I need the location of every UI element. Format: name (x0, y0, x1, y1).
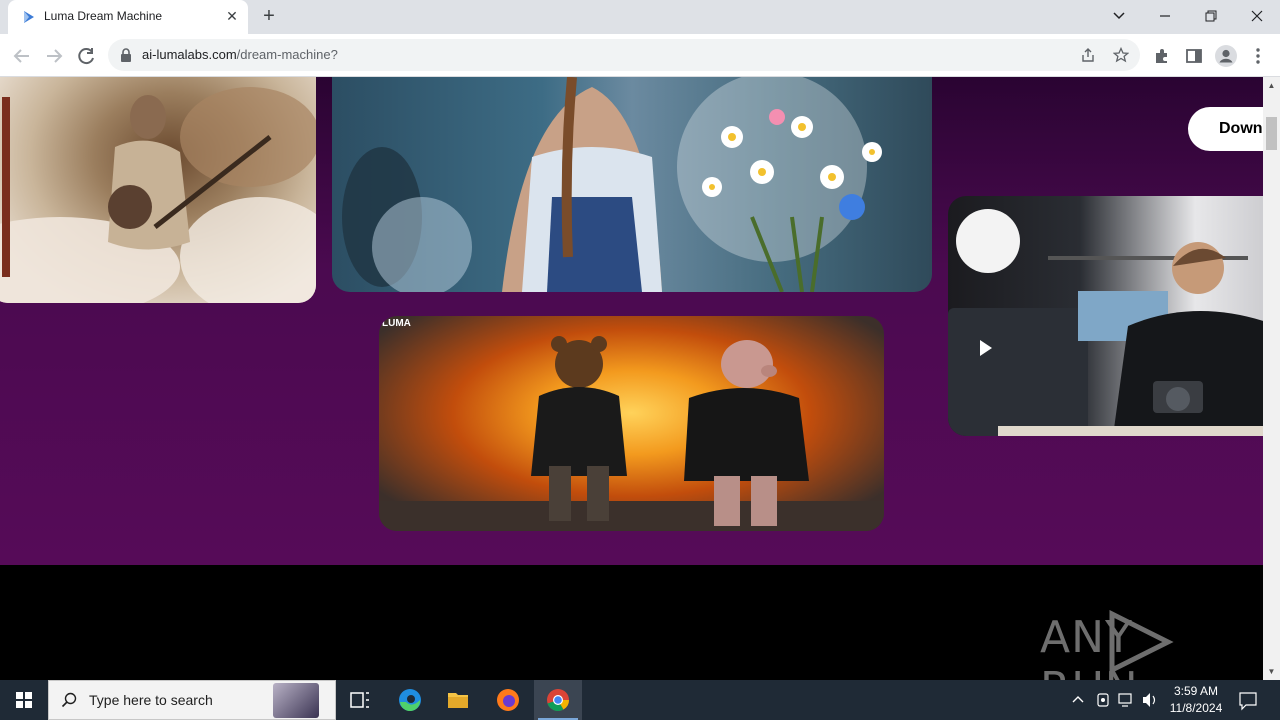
url-text: ai-lumalabs.com/dream-machine? (142, 47, 338, 62)
luma-favicon-icon (24, 11, 34, 23)
anyrun-logo-icon (1109, 610, 1174, 672)
extensions-icon[interactable] (1148, 42, 1176, 70)
kebab-menu-icon[interactable] (1244, 42, 1272, 70)
share-icon[interactable] (1080, 47, 1096, 63)
close-window-icon[interactable] (1234, 0, 1280, 32)
close-icon[interactable]: ✕ (224, 8, 240, 24)
tab-strip: Luma Dream Machine ✕ + (0, 0, 1280, 34)
reload-icon[interactable] (72, 42, 100, 70)
volume-icon[interactable] (1140, 680, 1160, 720)
search-icon (61, 692, 77, 708)
url-path: /dream-machine? (236, 47, 338, 62)
sidepanel-icon[interactable] (1180, 42, 1208, 70)
device-icon[interactable] (1094, 680, 1112, 720)
plus-icon[interactable]: + (258, 6, 280, 28)
forward-icon[interactable] (40, 42, 68, 70)
photographer-illustration (948, 209, 1263, 436)
windows-start-icon[interactable] (0, 680, 48, 720)
minimize-icon[interactable] (1142, 0, 1188, 32)
address-bar[interactable]: ai-lumalabs.com/dream-machine? (108, 39, 1140, 71)
tab-luma-dream-machine[interactable]: Luma Dream Machine ✕ (8, 0, 248, 34)
star-icon[interactable] (1113, 47, 1129, 63)
tab-title: Luma Dream Machine (44, 9, 163, 23)
scroll-down-icon[interactable]: ▼ (1263, 663, 1280, 680)
back-icon[interactable] (8, 42, 36, 70)
page-content: LUMA Down ANY (0, 77, 1263, 680)
gallery-video-warrior[interactable] (0, 77, 316, 303)
clock-time: 3:59 AM (1173, 684, 1219, 698)
system-clock[interactable]: 3:59 AM 11/8/2024 (1160, 683, 1232, 717)
network-icon[interactable] (1116, 680, 1136, 720)
chevron-down-icon[interactable] (1096, 0, 1142, 32)
gallery-video-bear-pig[interactable]: LUMA (379, 316, 884, 531)
browser-toolbar: ai-lumalabs.com/dream-machine? (0, 34, 1280, 77)
file-explorer-icon[interactable] (434, 680, 482, 720)
clock-date: 11/8/2024 (1169, 701, 1223, 715)
profile-icon[interactable] (1212, 42, 1240, 70)
download-button[interactable]: Down (1188, 107, 1263, 151)
edge-icon[interactable] (386, 680, 434, 720)
scroll-up-icon[interactable]: ▲ (1263, 77, 1280, 94)
windows-taskbar: Type here to search 3:59 AM 11/8/2024 (0, 680, 1280, 720)
scroll-thumb[interactable] (1266, 117, 1277, 150)
task-view-icon[interactable] (336, 680, 384, 720)
anyrun-watermark: ANY RUN (1040, 610, 1232, 680)
warrior-illustration (0, 87, 316, 303)
lock-icon[interactable] (120, 48, 132, 62)
firefox-icon[interactable] (484, 680, 532, 720)
gallery-video-flowers[interactable] (332, 77, 932, 292)
page-scrollbar[interactable]: ▲ ▼ (1263, 77, 1280, 680)
bear-pig-illustration (379, 336, 884, 531)
download-button-label: Down (1219, 120, 1263, 137)
flowers-illustration (342, 77, 882, 292)
url-domain: ai-lumalabs.com (142, 47, 237, 62)
chevron-up-icon[interactable] (1068, 680, 1088, 720)
taskbar-search-box[interactable]: Type here to search (48, 680, 336, 720)
notification-icon[interactable] (1236, 680, 1260, 720)
search-highlight-image (273, 683, 319, 718)
chrome-icon[interactable] (534, 680, 582, 720)
gallery-video-photographer[interactable] (948, 196, 1263, 436)
restore-icon[interactable] (1188, 0, 1234, 32)
search-placeholder: Type here to search (89, 692, 213, 708)
